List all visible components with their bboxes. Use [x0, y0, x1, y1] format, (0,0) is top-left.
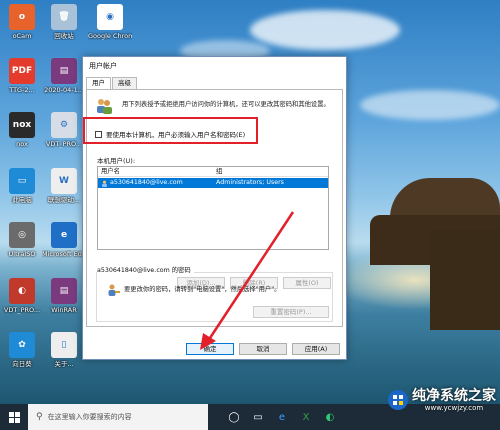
start-button[interactable] [0, 404, 28, 430]
wechat-icon[interactable]: ◐ [318, 404, 342, 430]
search-placeholder: 在这里输入你要搜索的内容 [47, 413, 132, 421]
taskbar-search-box[interactable]: ⚲ 在这里输入你要搜索的内容 [28, 404, 208, 430]
windows-icon [8, 411, 20, 423]
watermark: 纯净系统之家 www.ycwjzy.com [387, 388, 496, 412]
annotation-arrow [200, 211, 295, 350]
excel-icon[interactable]: X [294, 404, 318, 430]
cortana-icon[interactable]: ◯ [222, 404, 246, 430]
watermark-url: www.ycwjzy.com [424, 404, 484, 412]
watermark-title: 纯净系统之家 [412, 388, 496, 404]
search-icon: ⚲ [36, 412, 43, 422]
watermark-logo-icon [388, 390, 408, 410]
edge-icon[interactable]: e [270, 404, 294, 430]
task-view-icon[interactable]: ▭ [246, 404, 270, 430]
